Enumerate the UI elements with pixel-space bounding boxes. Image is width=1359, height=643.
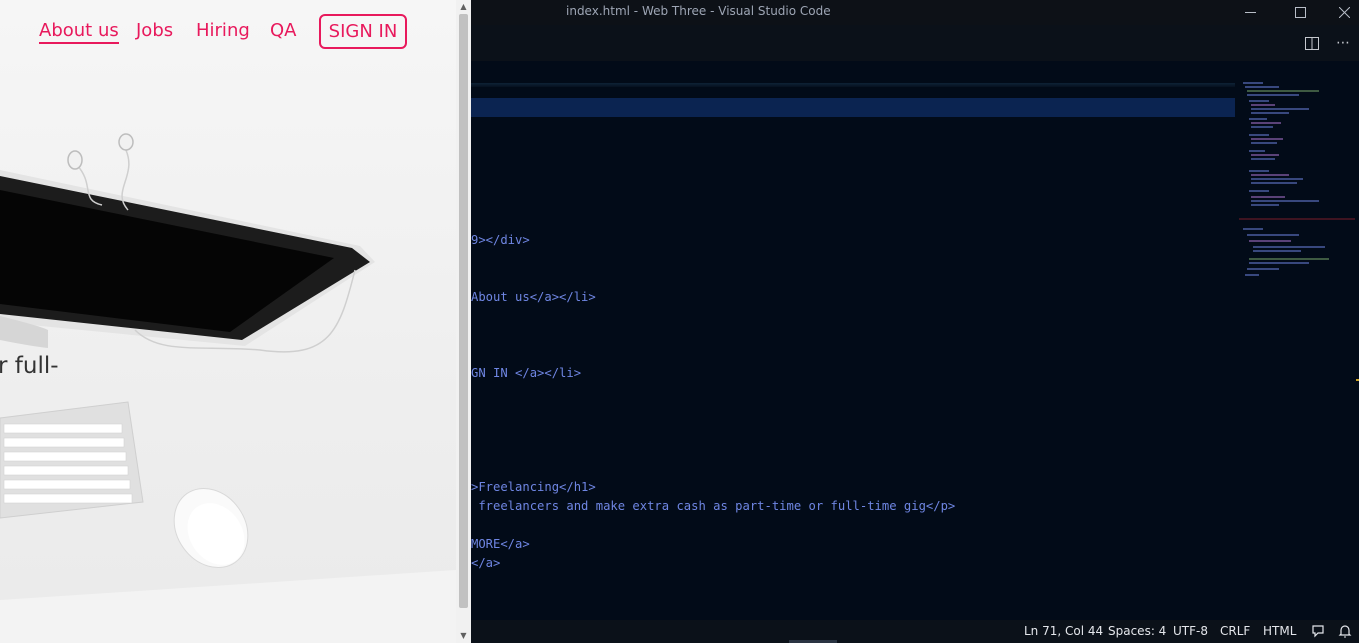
page-viewport: About us Jobs Hiring QA SIGN IN r full- xyxy=(0,0,456,643)
scroll-up-icon[interactable]: ▲ xyxy=(459,2,468,11)
maximize-icon[interactable] xyxy=(1277,0,1323,25)
encoding-setting[interactable]: UTF-8 xyxy=(1173,624,1208,638)
scroll-down-icon[interactable]: ▼ xyxy=(459,631,468,640)
code-line[interactable]: </a> xyxy=(471,554,500,573)
hero-subtitle-text: r full- xyxy=(0,353,59,379)
cursor-position[interactable]: Ln 71, Col 44 xyxy=(1024,624,1103,638)
code-line[interactable]: >Freelancing</h1> xyxy=(471,478,596,497)
feedback-icon[interactable] xyxy=(1310,623,1326,639)
hero-image xyxy=(0,133,456,643)
minimap[interactable] xyxy=(1239,79,1355,289)
monitor-image xyxy=(0,170,375,348)
editor-tab-bar: ⋯ xyxy=(471,25,1359,61)
vertical-scrollbar[interactable]: ▲ ▼ xyxy=(456,0,471,643)
language-mode[interactable]: HTML xyxy=(1263,624,1296,638)
close-icon[interactable] xyxy=(1321,0,1359,25)
code-line[interactable]: About us</a></li> xyxy=(471,288,596,307)
current-line-highlight xyxy=(471,98,1235,117)
hero-subtitle: r full- xyxy=(0,353,61,379)
editor-scroll-shadow xyxy=(471,83,1235,87)
code-editor[interactable]: 9></div> About us</a></li> GN IN </a></l… xyxy=(471,61,1359,620)
nav-about-link[interactable]: About us xyxy=(39,20,119,44)
keyboard-image xyxy=(0,401,144,519)
site-navbar: About us Jobs Hiring QA SIGN IN xyxy=(0,14,456,50)
split-editor-icon[interactable] xyxy=(1301,33,1323,53)
sign-in-button[interactable]: SIGN IN xyxy=(319,14,407,49)
window-title: index.html - Web Three - Visual Studio C… xyxy=(566,4,831,18)
indentation-setting[interactable]: Spaces: 4 xyxy=(1108,624,1166,638)
notifications-bell-icon[interactable] xyxy=(1337,623,1353,639)
title-bar: index.html - Web Three - Visual Studio C… xyxy=(471,0,1359,25)
vscode-window: index.html - Web Three - Visual Studio C… xyxy=(471,0,1359,643)
nav-qa-link[interactable]: QA xyxy=(270,20,296,41)
browser-preview: About us Jobs Hiring QA SIGN IN r full- … xyxy=(0,0,471,643)
code-line[interactable]: 9></div> xyxy=(471,231,530,250)
mouse-image xyxy=(173,487,249,569)
minimize-icon[interactable] xyxy=(1227,0,1273,25)
nav-hiring-link[interactable]: Hiring xyxy=(196,20,250,41)
line-ending-setting[interactable]: CRLF xyxy=(1220,624,1250,638)
scrollbar-thumb[interactable] xyxy=(459,14,468,608)
code-line[interactable]: GN IN </a></li> xyxy=(471,364,581,383)
code-line[interactable]: MORE</a> xyxy=(471,535,530,554)
code-line[interactable]: freelancers and make extra cash as part-… xyxy=(471,497,955,516)
status-bar: Ln 71, Col 44 Spaces: 4 UTF-8 CRLF HTML xyxy=(471,620,1359,643)
more-actions-icon[interactable]: ⋯ xyxy=(1332,33,1354,53)
nav-jobs-link[interactable]: Jobs xyxy=(136,20,173,41)
